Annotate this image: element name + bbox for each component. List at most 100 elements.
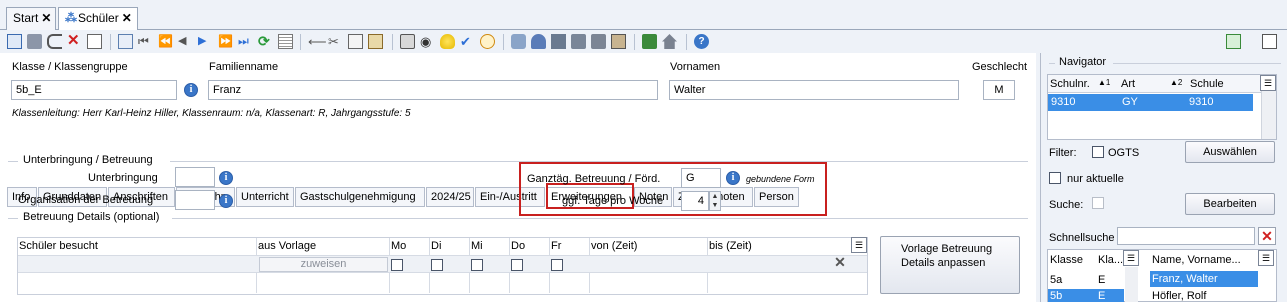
column-chooser-icon[interactable]: ☰ <box>1260 75 1276 91</box>
organisation-field[interactable] <box>175 190 215 210</box>
list-cell[interactable]: E <box>1098 274 1105 286</box>
copy-icon[interactable] <box>348 34 363 49</box>
undo-icon[interactable] <box>47 34 62 49</box>
help-icon[interactable]: ? <box>694 34 709 49</box>
details-col-header[interactable]: Mi <box>471 240 483 252</box>
lightbulb-icon[interactable] <box>440 34 455 49</box>
col-schulnr[interactable]: Schulnr. <box>1050 78 1090 90</box>
close-icon[interactable]: ✕ <box>41 11 51 25</box>
tab-schueler-label: Schüler <box>78 11 119 25</box>
details-col-header[interactable]: Fr <box>551 240 561 252</box>
vornamen-field[interactable]: Walter <box>669 80 959 100</box>
last-record-icon[interactable]: ⏭ <box>238 34 253 49</box>
clear-search-icon[interactable]: ✕ <box>1258 227 1276 245</box>
arrow-left-icon[interactable]: ⟵ <box>308 34 327 49</box>
delete-row-icon[interactable]: ✕ <box>833 255 847 270</box>
cut-icon[interactable]: ✂ <box>328 34 343 49</box>
info-icon[interactable]: i <box>184 83 198 97</box>
organisation-label: Organisation der Betreuung <box>18 194 154 206</box>
column-chooser-icon[interactable]: ☰ <box>1258 250 1274 266</box>
sync-icon[interactable] <box>1226 34 1241 49</box>
tab-2024-25[interactable]: 2024/25 <box>426 187 474 207</box>
grid-icon[interactable] <box>118 34 133 49</box>
message-icon[interactable] <box>591 34 606 49</box>
mo-checkbox[interactable] <box>391 259 403 271</box>
first-record-icon[interactable]: ⏮ <box>138 34 153 49</box>
geschlecht-field[interactable]: M <box>983 80 1015 100</box>
prev-icon[interactable]: ◀ <box>178 34 193 49</box>
preview-icon[interactable]: ◉ <box>420 34 435 49</box>
fast-back-icon[interactable]: ⏪ <box>158 34 173 49</box>
tage-spinner[interactable]: ▲ ▼ <box>709 191 721 211</box>
zuweisen-button[interactable]: zuweisen <box>259 257 388 272</box>
column-chooser-icon[interactable]: ☰ <box>1123 250 1139 266</box>
familienname-label: Familienname <box>209 61 279 73</box>
unterbringung-field[interactable] <box>175 167 215 187</box>
tools-icon[interactable] <box>571 34 586 49</box>
details-col-header[interactable]: Do <box>511 240 525 252</box>
tab-start[interactable]: Start ✕ <box>6 7 56 30</box>
home-icon[interactable] <box>662 34 677 49</box>
column-chooser-icon[interactable]: ☰ <box>851 237 867 253</box>
paste-icon[interactable] <box>368 34 383 49</box>
form-delete-icon[interactable] <box>87 34 102 49</box>
schnellsuche-label: Schnellsuche <box>1049 232 1115 244</box>
window-icon[interactable] <box>1262 34 1277 49</box>
tage-field[interactable]: 4 <box>681 191 709 211</box>
module-icon[interactable] <box>511 34 526 49</box>
info-icon[interactable]: i <box>726 171 740 185</box>
clock-icon[interactable] <box>480 34 495 49</box>
grid-settings-icon[interactable] <box>551 34 566 49</box>
info-icon[interactable]: i <box>219 171 233 185</box>
details-col-header[interactable]: Di <box>431 240 441 252</box>
details-col-header[interactable]: Mo <box>391 240 406 252</box>
details-col-header[interactable]: von (Zeit) <box>591 240 637 252</box>
refresh-icon[interactable]: ⟳ <box>258 34 273 49</box>
col-kla[interactable]: Kla... <box>1098 254 1123 266</box>
user-icon[interactable] <box>531 34 546 49</box>
bearbeiten-button[interactable]: Bearbeiten <box>1185 193 1275 215</box>
vornamen-label: Vornamen <box>670 61 721 73</box>
new-icon[interactable] <box>7 34 22 49</box>
ogts-checkbox[interactable] <box>1092 146 1104 158</box>
col-schule[interactable]: Schule <box>1190 78 1224 90</box>
next-icon[interactable]: ▶ <box>198 34 213 49</box>
import-icon[interactable] <box>642 34 657 49</box>
list-cell[interactable]: 5a <box>1050 274 1062 286</box>
ganztag-field[interactable]: G <box>681 168 721 188</box>
details-col-header[interactable]: bis (Zeit) <box>709 240 752 252</box>
group-line <box>1113 63 1281 64</box>
auswaehlen-button[interactable]: Auswählen <box>1185 141 1275 163</box>
suche-checkbox[interactable] <box>1092 197 1104 209</box>
check-icon[interactable]: ✔ <box>460 34 475 49</box>
col-art[interactable]: Art <box>1121 78 1135 90</box>
id-card-icon[interactable] <box>611 34 626 49</box>
print-icon[interactable] <box>400 34 415 49</box>
save-icon[interactable] <box>27 34 42 49</box>
vorlage-anpassen-button[interactable]: Vorlage Betreuung Details anpassen <box>880 236 1020 294</box>
school-row-selected[interactable] <box>1048 94 1253 111</box>
toolbar-separator <box>392 34 393 50</box>
delete-icon[interactable]: ✕ <box>67 33 82 49</box>
nur-aktuelle-checkbox[interactable] <box>1049 172 1061 184</box>
tab-unterricht[interactable]: Unterricht <box>236 187 294 207</box>
col-klasse[interactable]: Klasse <box>1050 254 1083 266</box>
tab-gastschulgenehmigung[interactable]: Gastschulgenehmigung <box>295 187 425 207</box>
list-icon[interactable] <box>278 34 293 49</box>
col-name[interactable]: Name, Vorname... <box>1152 254 1241 266</box>
details-col-header[interactable]: Schüler besucht <box>19 240 98 252</box>
klasse-field[interactable]: 5b_E <box>11 80 177 100</box>
info-icon[interactable]: i <box>219 194 233 208</box>
schnellsuche-field[interactable] <box>1117 227 1255 245</box>
fast-forward-icon[interactable]: ⏩ <box>218 34 233 49</box>
tab-schueler[interactable]: ⁂ Schüler ✕ <box>58 7 138 30</box>
do-checkbox[interactable] <box>511 259 523 271</box>
familienname-field[interactable]: Franz <box>208 80 658 100</box>
details-col-header[interactable]: aus Vorlage <box>258 240 316 252</box>
di-checkbox[interactable] <box>431 259 443 271</box>
mi-checkbox[interactable] <box>471 259 483 271</box>
fr-checkbox[interactable] <box>551 259 563 271</box>
scrollbar[interactable] <box>1125 267 1138 302</box>
list-cell[interactable]: Höfler, Rolf <box>1152 290 1206 302</box>
close-icon[interactable]: ✕ <box>122 11 132 25</box>
